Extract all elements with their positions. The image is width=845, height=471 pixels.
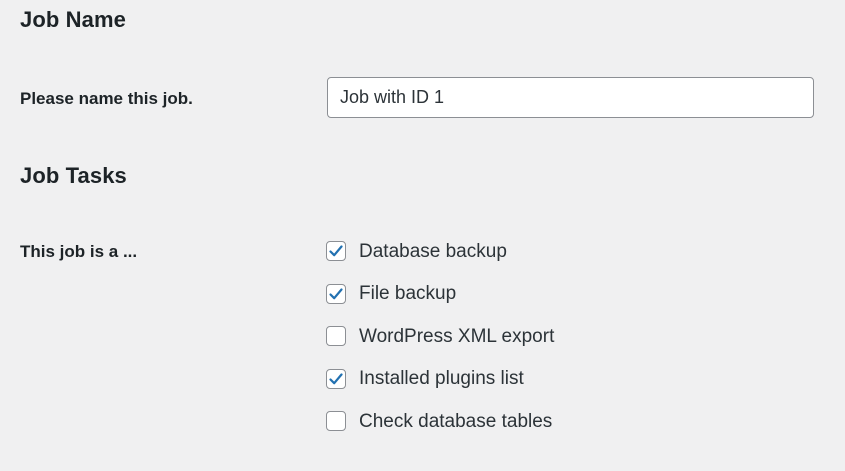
wordpress-xml-export-checkbox[interactable] (326, 326, 346, 346)
check-database-tables-label: Check database tables (359, 410, 553, 432)
checkmark-icon (329, 287, 343, 299)
file-backup-checkbox[interactable] (326, 283, 346, 304)
task-installed-plugins-list[interactable]: Installed plugins list (326, 368, 554, 390)
installed-plugins-list-label: Installed plugins list (359, 368, 524, 389)
job-name-heading: Job Name (20, 7, 126, 32)
job-tasks-heading: Job Tasks (20, 163, 127, 188)
database-backup-label: Database backup (359, 240, 507, 262)
job-name-input[interactable] (327, 77, 814, 118)
job-name-label: Please name this job. (20, 89, 193, 108)
checkmark-icon (329, 245, 343, 257)
task-check-database-tables[interactable]: Check database tables (326, 410, 554, 432)
checkmark-icon (329, 372, 343, 384)
installed-plugins-list-checkbox[interactable] (326, 368, 346, 389)
file-backup-label: File backup (359, 283, 457, 304)
job-settings-page: Job Name Please name this job. Job Tasks… (0, 0, 845, 471)
check-database-tables-checkbox[interactable] (326, 411, 346, 431)
task-wordpress-xml-export[interactable]: WordPress XML export (326, 325, 554, 347)
task-database-backup[interactable]: Database backup (326, 240, 554, 262)
database-backup-checkbox[interactable] (326, 241, 346, 261)
job-tasks-label: This job is a ... (20, 242, 138, 261)
task-file-backup[interactable]: File backup (326, 283, 554, 305)
job-tasks-list: Database backup File backup WordPress XM… (326, 240, 554, 453)
wordpress-xml-export-label: WordPress XML export (359, 325, 555, 347)
